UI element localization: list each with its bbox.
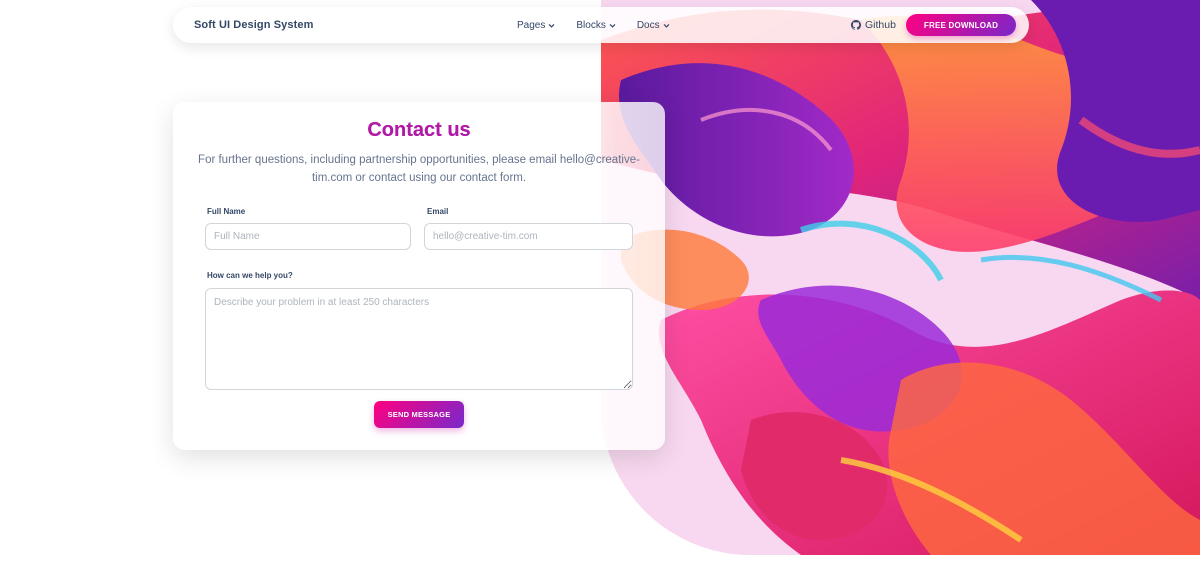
email-input[interactable] xyxy=(424,223,633,250)
email-label: Email xyxy=(427,207,449,216)
nav-item-label: Blocks xyxy=(576,19,606,31)
contact-card: Contact us For further questions, includ… xyxy=(173,102,665,450)
nav-item-label: Pages xyxy=(517,19,546,31)
chevron-down-icon xyxy=(663,23,670,28)
brand-logo-text[interactable]: Soft UI Design System xyxy=(194,19,313,31)
message-textarea[interactable] xyxy=(205,288,633,390)
chevron-down-icon xyxy=(609,23,616,28)
full-name-input[interactable] xyxy=(205,223,411,250)
github-icon xyxy=(851,20,861,30)
contact-subtitle: For further questions, including partner… xyxy=(198,154,640,184)
github-link[interactable]: Github xyxy=(851,7,896,43)
nav-item-pages[interactable]: Pages xyxy=(517,20,555,31)
github-label: Github xyxy=(865,19,896,31)
full-name-label: Full Name xyxy=(207,207,246,216)
contact-title: Contact us xyxy=(173,119,665,142)
free-download-button[interactable]: FREE DOWNLOAD xyxy=(906,14,1016,36)
send-message-button[interactable]: SEND MESSAGE xyxy=(374,401,464,428)
message-label: How can we help you? xyxy=(207,271,293,280)
nav-links: Pages Blocks Docs xyxy=(517,7,670,43)
nav-item-docs[interactable]: Docs xyxy=(637,20,670,31)
chevron-down-icon xyxy=(548,23,555,28)
nav-item-label: Docs xyxy=(636,19,660,31)
top-navbar: Soft UI Design System Pages Blocks Docs … xyxy=(173,7,1029,43)
hero-abstract-image xyxy=(601,0,1200,555)
nav-item-blocks[interactable]: Blocks xyxy=(576,19,616,31)
